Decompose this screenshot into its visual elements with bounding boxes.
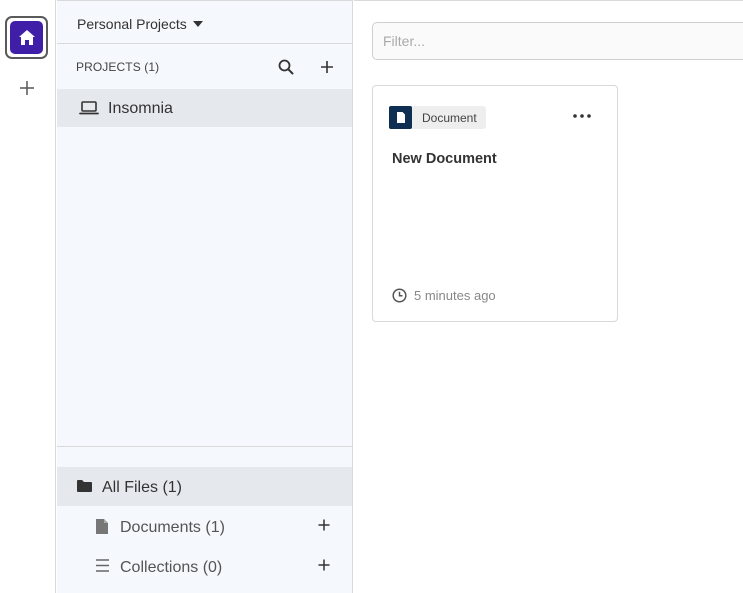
all-files-label: All Files (1)	[102, 479, 183, 496]
left-rail	[0, 0, 56, 593]
add-workspace-button[interactable]	[17, 78, 37, 98]
card-timestamp-label: 5 minutes ago	[414, 288, 496, 303]
add-document-button[interactable]	[316, 517, 332, 533]
document-badge-icon-wrapper	[389, 106, 412, 129]
org-select-label: Personal Projects	[77, 16, 187, 32]
plus-icon	[318, 519, 330, 531]
card-title: New Document	[392, 151, 497, 167]
plus-icon	[318, 559, 330, 571]
project-item-insomnia[interactable]: Insomnia	[57, 89, 352, 127]
more-horizontal-icon	[573, 114, 591, 118]
project-item-label: Insomnia	[108, 100, 173, 117]
card-menu-button[interactable]	[571, 108, 593, 124]
home-button[interactable]	[5, 16, 48, 59]
project-sidebar: Personal Projects PROJECTS (1) Insomnia …	[57, 0, 353, 593]
search-icon	[278, 59, 294, 75]
search-projects-button[interactable]	[276, 57, 296, 77]
home-icon-wrapper	[10, 21, 43, 54]
document-icon	[96, 519, 108, 534]
org-select-dropdown[interactable]: Personal Projects	[77, 15, 203, 33]
main-content: Document New Document 5 minutes ago	[354, 0, 743, 593]
card-timestamp: 5 minutes ago	[392, 288, 496, 303]
divider	[57, 43, 353, 44]
add-collection-button[interactable]	[316, 557, 332, 573]
document-card[interactable]: Document New Document 5 minutes ago	[372, 85, 618, 322]
divider	[57, 446, 353, 447]
card-type-label: Document	[422, 110, 477, 125]
plus-icon	[321, 61, 333, 73]
laptop-icon	[79, 101, 99, 115]
documents-item[interactable]: Documents (1)	[57, 508, 352, 546]
plus-icon	[20, 81, 34, 95]
document-icon	[396, 112, 405, 123]
clock-icon	[392, 288, 407, 303]
collections-label: Collections (0)	[120, 559, 223, 576]
documents-label: Documents (1)	[120, 519, 225, 536]
caret-down-icon	[192, 21, 203, 27]
all-files-item[interactable]: All Files (1)	[57, 467, 352, 506]
projects-header: PROJECTS (1)	[76, 60, 160, 74]
add-project-button[interactable]	[317, 57, 337, 77]
list-icon	[96, 559, 109, 572]
filter-input[interactable]	[372, 22, 743, 60]
collections-item[interactable]: Collections (0)	[57, 548, 352, 586]
card-type-badge: Document	[389, 106, 486, 129]
home-icon	[18, 30, 35, 45]
folder-icon	[77, 480, 92, 492]
